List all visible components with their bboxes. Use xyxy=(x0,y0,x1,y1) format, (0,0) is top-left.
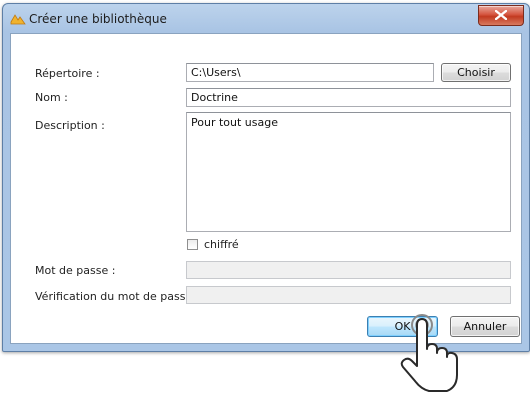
library-app-icon xyxy=(10,13,26,27)
close-button[interactable] xyxy=(478,5,524,26)
repertoire-input[interactable]: C:\Users\ xyxy=(186,63,434,82)
mot-de-passe-label: Mot de passe : xyxy=(35,264,116,277)
hand-pointer-icon xyxy=(389,313,467,398)
chiffre-label[interactable]: chiffré xyxy=(204,238,239,251)
mot-de-passe-input[interactable] xyxy=(186,261,511,279)
description-textarea[interactable]: Pour tout usage xyxy=(186,112,511,232)
verification-label: Vérification du mot de passe : xyxy=(35,290,200,303)
chiffre-checkbox[interactable] xyxy=(187,239,198,250)
description-label: Description : xyxy=(35,119,105,132)
dialog-body: Répertoire : C:\Users\ Choisir Nom : Doc… xyxy=(10,33,522,344)
nom-label: Nom : xyxy=(35,91,68,104)
close-icon xyxy=(495,10,507,20)
title-bar[interactable]: Créer une bibliothèque xyxy=(3,4,529,34)
create-library-dialog: Créer une bibliothèque Répertoire : C:\U… xyxy=(2,3,530,352)
repertoire-label: Répertoire : xyxy=(35,67,100,80)
dialog-title: Créer une bibliothèque xyxy=(29,12,167,26)
verification-input[interactable] xyxy=(186,286,511,304)
choisir-button[interactable]: Choisir xyxy=(441,63,511,82)
nom-input[interactable]: Doctrine xyxy=(186,88,511,107)
